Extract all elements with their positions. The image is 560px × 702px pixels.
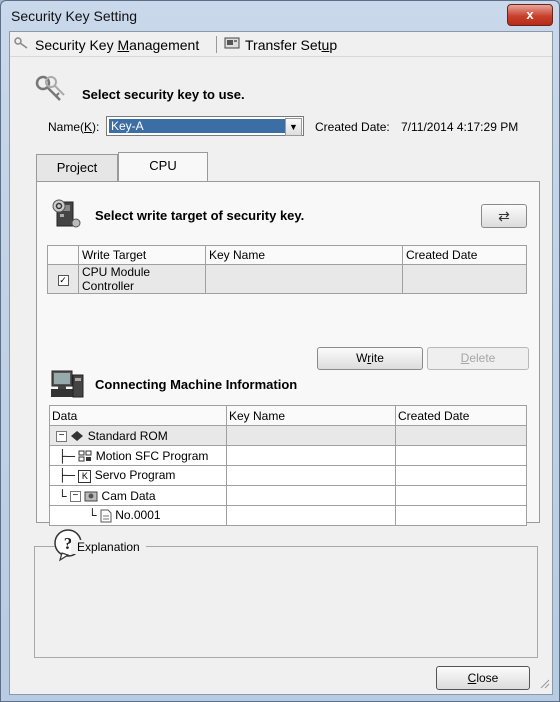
explanation-groupbox: [34, 546, 538, 658]
close-button[interactable]: Close: [436, 666, 530, 690]
key-name-dropdown[interactable]: Key-A ▼: [106, 116, 304, 136]
tree-node-label: No.0001: [115, 508, 161, 523]
write-target-heading: Select write target of security key.: [95, 208, 305, 223]
table-row[interactable]: ✓ CPU Module Controller: [47, 264, 527, 294]
name-label: Name(K):: [48, 120, 100, 134]
delete-button[interactable]: Delete: [427, 347, 529, 370]
column-header-check: [47, 245, 79, 265]
machine-info-table: Data Key Name Created Date − Standard RO…: [49, 405, 527, 526]
created-date-cell: [395, 445, 527, 466]
tree-node-label: Standard ROM: [87, 428, 168, 443]
created-date-cell: [395, 465, 527, 486]
table-row[interactable]: − Standard ROM: [49, 425, 527, 446]
resize-grip-icon[interactable]: [538, 677, 550, 692]
created-date-cell: [395, 505, 527, 526]
sfc-program-icon: [78, 449, 92, 463]
menu-bar: Security Key Management Transfer Setup: [10, 32, 552, 57]
servo-program-icon: K: [78, 469, 92, 483]
tab-cpu[interactable]: CPU: [118, 152, 208, 182]
tree-line: └: [58, 488, 67, 503]
write-target-cell: CPU Module Controller: [78, 264, 206, 294]
tree-node-label: Motion SFC Program: [95, 448, 209, 463]
column-header-write-target[interactable]: Write Target: [78, 245, 206, 265]
tree-node-label: Cam Data: [101, 488, 156, 503]
file-icon: [100, 508, 112, 523]
rom-icon: [70, 429, 84, 443]
key-menu-icon: [14, 36, 30, 53]
key-name-cell: [226, 505, 396, 526]
created-date-value: 7/11/2014 4:17:29 PM: [401, 120, 519, 134]
menu-separator: [216, 36, 217, 53]
menu-transfer-setup[interactable]: Transfer Setup: [224, 36, 337, 53]
tree-line: └: [88, 508, 97, 523]
connecting-machine-icon: [49, 367, 85, 404]
key-name-cell: [226, 465, 396, 486]
collapse-icon[interactable]: −: [69, 490, 81, 502]
write-target-checkbox[interactable]: ✓: [57, 275, 69, 286]
transfer-setup-icon: [224, 36, 240, 53]
column-header-data[interactable]: Data: [49, 405, 227, 426]
window-title: Security Key Setting: [11, 8, 138, 24]
refresh-icon: ⇄: [498, 208, 510, 224]
chevron-down-icon[interactable]: ▼: [285, 118, 302, 136]
key-name-cell: [226, 445, 396, 466]
key-name-selected-value: Key-A: [109, 119, 285, 133]
cam-data-icon: [84, 489, 98, 503]
connecting-machine-heading: Connecting Machine Information: [95, 377, 298, 392]
write-target-table: Write Target Key Name Created Date ✓ CPU…: [47, 245, 527, 294]
column-header-key-name[interactable]: Key Name: [205, 245, 403, 265]
keys-icon: [34, 74, 68, 109]
tree-node-label: Servo Program: [94, 468, 176, 483]
tree-line: ├─: [58, 448, 76, 463]
column-header-key-name[interactable]: Key Name: [226, 405, 396, 426]
refresh-button[interactable]: ⇄: [481, 204, 527, 228]
created-date-label: Created Date:: [315, 120, 390, 134]
table-row[interactable]: └ − Cam Data: [49, 485, 527, 506]
close-window-button[interactable]: x: [507, 4, 553, 26]
key-name-cell: [226, 485, 396, 506]
created-date-cell: [402, 264, 527, 294]
table-header-row: Data Key Name Created Date: [49, 405, 527, 426]
column-header-created-date[interactable]: Created Date: [395, 405, 527, 426]
cpu-module-icon: [51, 198, 83, 233]
collapse-icon[interactable]: −: [56, 430, 67, 442]
created-date-cell: [395, 485, 527, 506]
table-row[interactable]: ├─ Motion SFC Program: [49, 445, 527, 466]
table-row[interactable]: └ No.0001: [49, 505, 527, 526]
key-name-cell: [205, 264, 403, 294]
title-bar[interactable]: Security Key Setting x: [1, 1, 559, 31]
select-key-instruction: Select security key to use.: [82, 87, 245, 102]
cpu-tab-panel: Select write target of security key. ⇄ W…: [36, 181, 540, 526]
dialog-client-area: Security Key Management Transfer Setup S…: [9, 31, 553, 695]
menu-security-key-management[interactable]: Security Key Management: [14, 36, 199, 53]
table-header-row: Write Target Key Name Created Date: [47, 245, 527, 265]
column-header-created-date[interactable]: Created Date: [402, 245, 527, 265]
security-key-setting-window: Security Key Setting x Security Key Mana…: [0, 0, 560, 702]
key-name-cell: [226, 425, 396, 446]
tab-project[interactable]: Project: [36, 154, 118, 182]
tree-line: ├─: [58, 468, 76, 483]
explanation-label: Explanation: [71, 540, 146, 554]
created-date-cell: [395, 425, 527, 446]
table-row[interactable]: ├─ K Servo Program: [49, 465, 527, 486]
write-button[interactable]: Write: [317, 347, 423, 370]
